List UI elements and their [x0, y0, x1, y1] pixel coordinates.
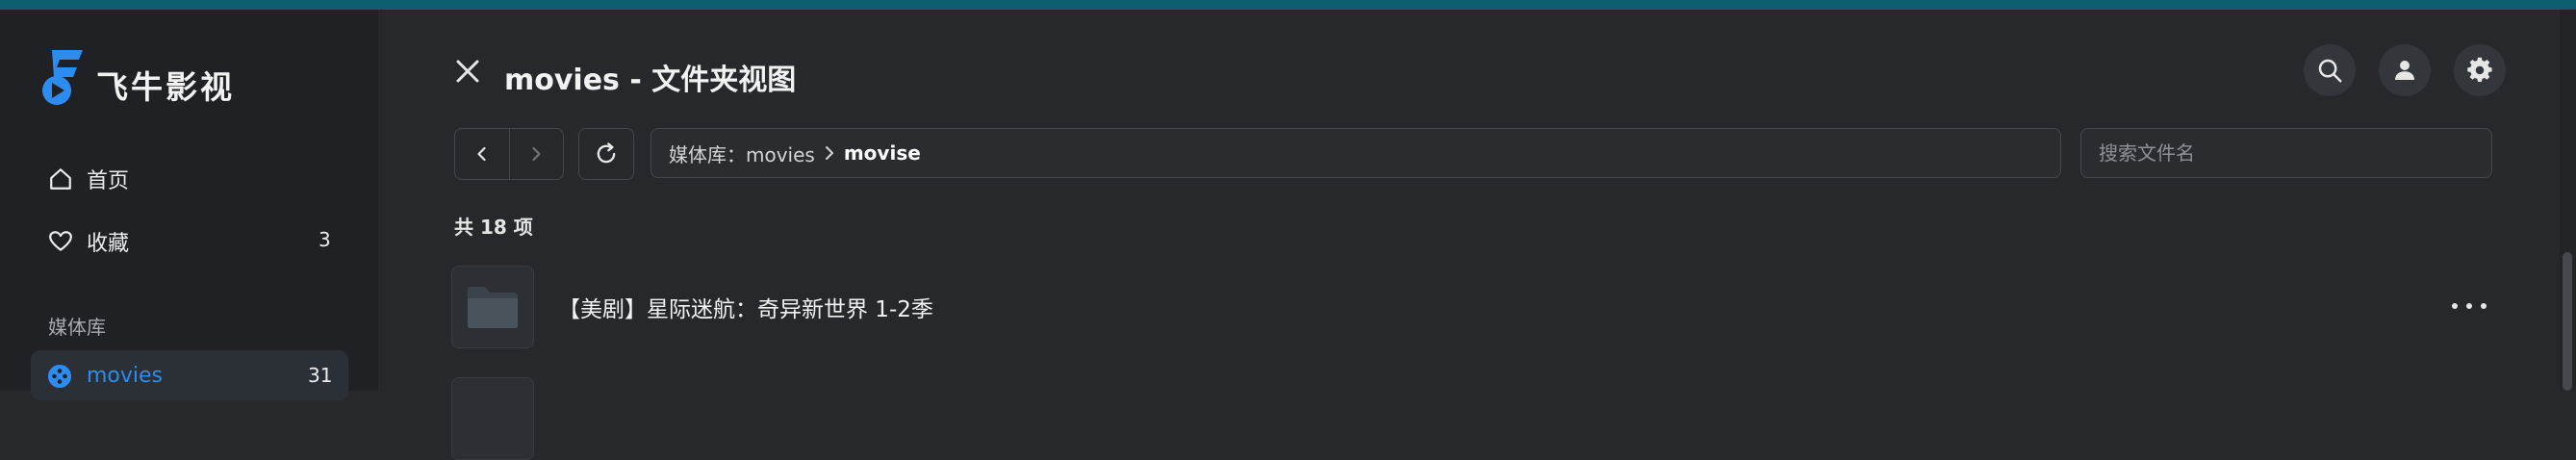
folder-icon	[468, 287, 518, 328]
library-label: movies	[87, 364, 164, 388]
history-nav-group	[454, 128, 564, 180]
window-top-bar	[0, 0, 2576, 10]
film-reel-icon	[48, 365, 71, 388]
chevron-right-icon	[825, 146, 833, 160]
app-logo-icon	[42, 50, 83, 105]
scrollbar-thumb[interactable]	[2563, 252, 2572, 391]
settings-button[interactable]	[2454, 44, 2506, 96]
chevron-right-icon	[532, 146, 541, 162]
user-icon	[2395, 61, 2414, 80]
search-button[interactable]	[2304, 44, 2356, 96]
sidebar-item-favorites[interactable]: 收藏	[48, 226, 129, 257]
library-count: 31	[308, 364, 333, 387]
page-title: movies - 文件夹视图	[504, 64, 797, 97]
folder-name[interactable]: 【美剧】星际迷航：奇异新世界 1-2季	[558, 291, 933, 323]
search-icon	[2318, 59, 2342, 83]
close-icon[interactable]	[452, 56, 483, 87]
breadcrumb: 媒体库：movies movise	[650, 128, 2061, 178]
back-button[interactable]	[455, 129, 509, 179]
user-button[interactable]	[2379, 44, 2431, 96]
chevron-left-icon	[477, 146, 486, 162]
sidebar-item-home[interactable]: 首页	[48, 164, 129, 194]
library-section-label: 媒体库	[48, 316, 106, 339]
more-dot-icon	[2481, 303, 2487, 309]
more-options-button[interactable]	[2452, 293, 2487, 319]
item-count-label: 共 18 项	[454, 216, 533, 239]
gear-icon	[2467, 57, 2492, 83]
favorites-count: 3	[319, 228, 331, 251]
home-icon	[50, 168, 71, 190]
folder-thumbnail[interactable]	[451, 377, 534, 460]
breadcrumb-current: movise	[843, 141, 921, 165]
forward-button[interactable]	[508, 129, 564, 179]
breadcrumb-library[interactable]: 媒体库：movies	[669, 140, 815, 167]
more-dot-icon	[2466, 303, 2472, 309]
refresh-button[interactable]	[578, 128, 634, 180]
sidebar-item-label: 收藏	[87, 232, 130, 256]
app-logo-text: 飞牛影视	[96, 68, 235, 106]
more-dot-icon	[2452, 303, 2458, 309]
sidebar-item-label: 首页	[87, 169, 130, 193]
search-input[interactable]	[2080, 128, 2492, 178]
folder-thumbnail[interactable]	[451, 266, 534, 348]
heart-icon	[49, 231, 72, 251]
refresh-icon	[597, 142, 616, 164]
sidebar-library-movies[interactable]	[31, 350, 348, 400]
